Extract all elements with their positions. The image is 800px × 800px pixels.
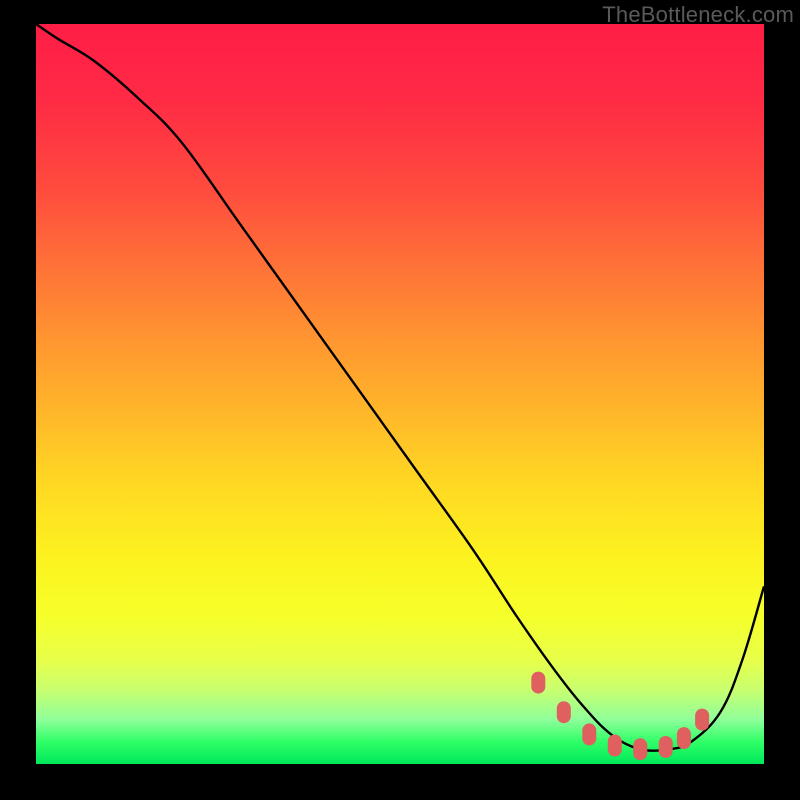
plot-area bbox=[36, 24, 764, 764]
optimal-marker bbox=[531, 672, 545, 694]
chart-frame: TheBottleneck.com bbox=[0, 0, 800, 800]
optimal-marker bbox=[633, 738, 647, 760]
optimal-marker bbox=[582, 723, 596, 745]
bottleneck-curve bbox=[36, 24, 764, 751]
optimal-marker bbox=[659, 736, 673, 758]
chart-svg bbox=[36, 24, 764, 764]
optimal-marker bbox=[677, 727, 691, 749]
optimal-marker bbox=[557, 701, 571, 723]
optimal-marker bbox=[695, 709, 709, 731]
optimal-marker bbox=[608, 735, 622, 757]
